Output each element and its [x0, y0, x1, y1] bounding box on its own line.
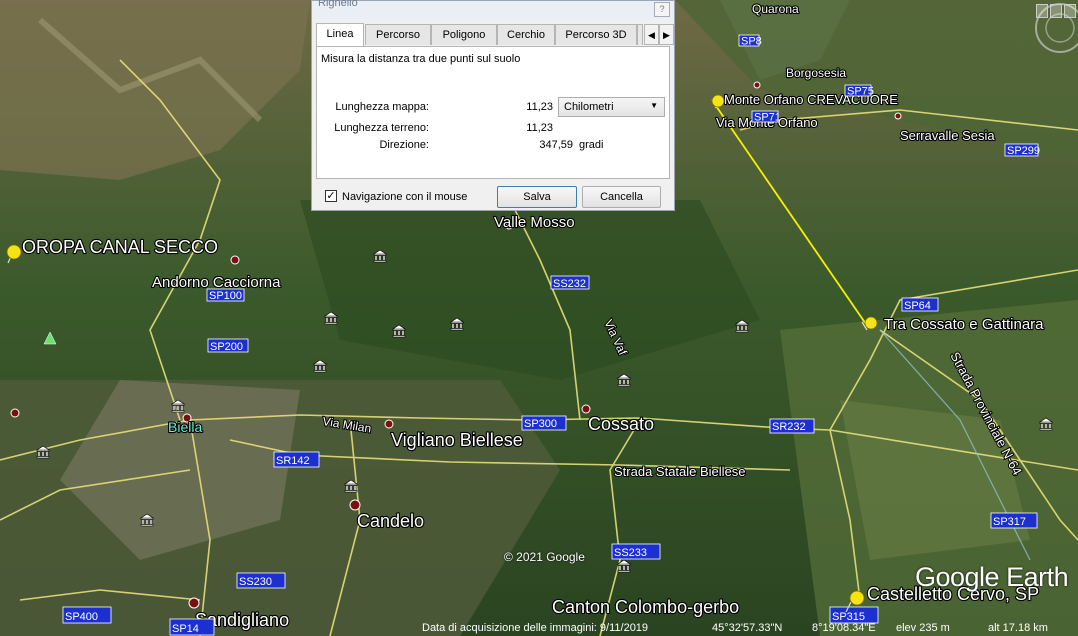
longitude-readout: 8°19'08.34"E [812, 622, 876, 634]
status-bar: Data di acquisizione delle immagini: 9/1… [0, 620, 1078, 636]
tab-scroll-left-icon[interactable]: ◀ [644, 24, 659, 45]
map-length-value: 11,23 [526, 101, 553, 113]
view-button[interactable] [1064, 4, 1076, 18]
place-label-cossato: Cossato [588, 414, 654, 434]
save-button[interactable]: Salva [497, 186, 577, 208]
view-button[interactable] [1050, 4, 1062, 18]
elevation-readout: elev 235 m [896, 622, 950, 634]
svg-text:SP71: SP71 [754, 112, 781, 124]
road-label-strada-statale: Strada Statale Biellese [614, 464, 746, 479]
place-label-borgosesia: Borgosesia [786, 66, 846, 80]
map-length-label: Lunghezza mappa: [335, 101, 429, 113]
direction-value: 347,59 [539, 139, 573, 151]
copyright-notice: © 2021 Google [504, 550, 585, 564]
latitude-readout: 45°32'57.33"N [712, 622, 783, 634]
svg-text:SP100: SP100 [209, 290, 242, 302]
view-button[interactable] [1036, 4, 1048, 18]
cancel-button[interactable]: Cancella [582, 186, 661, 208]
place-label-andorno: Andorno Cacciorna [152, 274, 281, 291]
unit-select[interactable]: Chilometri ▼ [558, 97, 665, 117]
svg-text:SP300: SP300 [524, 418, 557, 430]
direction-unit: gradi [579, 139, 604, 151]
place-label-tra-cossato: Tra Cossato e Gattinara [884, 316, 1044, 333]
svg-text:SS232: SS232 [553, 278, 586, 290]
tab-linea[interactable]: Linea [316, 23, 364, 46]
svg-text:SP200: SP200 [210, 341, 243, 353]
tool-description: Misura la distanza tra due punti sul suo… [321, 53, 521, 65]
chevron-down-icon: ▼ [650, 101, 658, 110]
dialog-title: Righello [318, 0, 358, 9]
dialog-titlebar[interactable]: Righello ? [312, 0, 674, 19]
svg-text:SP299: SP299 [1007, 145, 1040, 157]
imagery-date: Data di acquisizione delle immagini: 9/1… [422, 622, 649, 634]
ruler-dialog[interactable]: Righello ? Linea Percorso Poligono Cerch… [311, 0, 675, 211]
altitude-readout: alt 17.18 km [988, 622, 1048, 634]
svg-text:SP8: SP8 [741, 36, 762, 48]
tab-cerchio[interactable]: Cerchio [497, 24, 555, 45]
tab-percorso[interactable]: Percorso [365, 24, 431, 45]
ground-length-label: Lunghezza terreno: [334, 122, 429, 134]
mouse-navigation-label: Navigazione con il mouse [342, 191, 468, 203]
svg-text:SP64: SP64 [904, 300, 931, 312]
place-label-oropa: OROPA CANAL SECCO [22, 237, 218, 257]
place-label-serravalle: Serravalle Sesia [900, 128, 995, 143]
tab-percorso-3d[interactable]: Percorso 3D [555, 24, 637, 45]
place-label-quarona: Quarona [752, 2, 799, 16]
direction-label: Direzione: [379, 139, 429, 151]
place-label-vigliano: Vigliano Biellese [391, 430, 523, 450]
svg-text:SS233: SS233 [614, 547, 647, 559]
place-label-biella: Biella [168, 419, 202, 435]
tab-panel-linea: Misura la distanza tra due punti sul suo… [316, 46, 670, 179]
svg-text:SS230: SS230 [239, 576, 272, 588]
place-label-valle-mosso: Valle Mosso [494, 214, 575, 231]
svg-text:SP317: SP317 [993, 516, 1026, 528]
tab-scroll-right-icon[interactable]: ▶ [659, 24, 674, 45]
tab-poligono[interactable]: Poligono [431, 24, 497, 45]
mouse-navigation-checkbox[interactable]: ✓ [325, 190, 337, 202]
svg-text:SR232: SR232 [772, 421, 806, 433]
svg-text:SR142: SR142 [276, 455, 310, 467]
place-label-candelo: Candelo [357, 511, 424, 531]
tab-overflow [637, 24, 643, 45]
view-toolbar[interactable] [1034, 3, 1076, 22]
svg-text:SP75: SP75 [847, 86, 874, 98]
tab-bar: Linea Percorso Poligono Cerchio Percorso… [316, 23, 674, 46]
google-earth-logo: Google Earth [915, 562, 1069, 592]
help-button[interactable]: ? [654, 2, 670, 17]
unit-select-value: Chilometri [564, 101, 614, 113]
place-label-canton: Canton Colombo-gerbo [552, 597, 739, 617]
ground-length-value: 11,23 [526, 122, 553, 134]
